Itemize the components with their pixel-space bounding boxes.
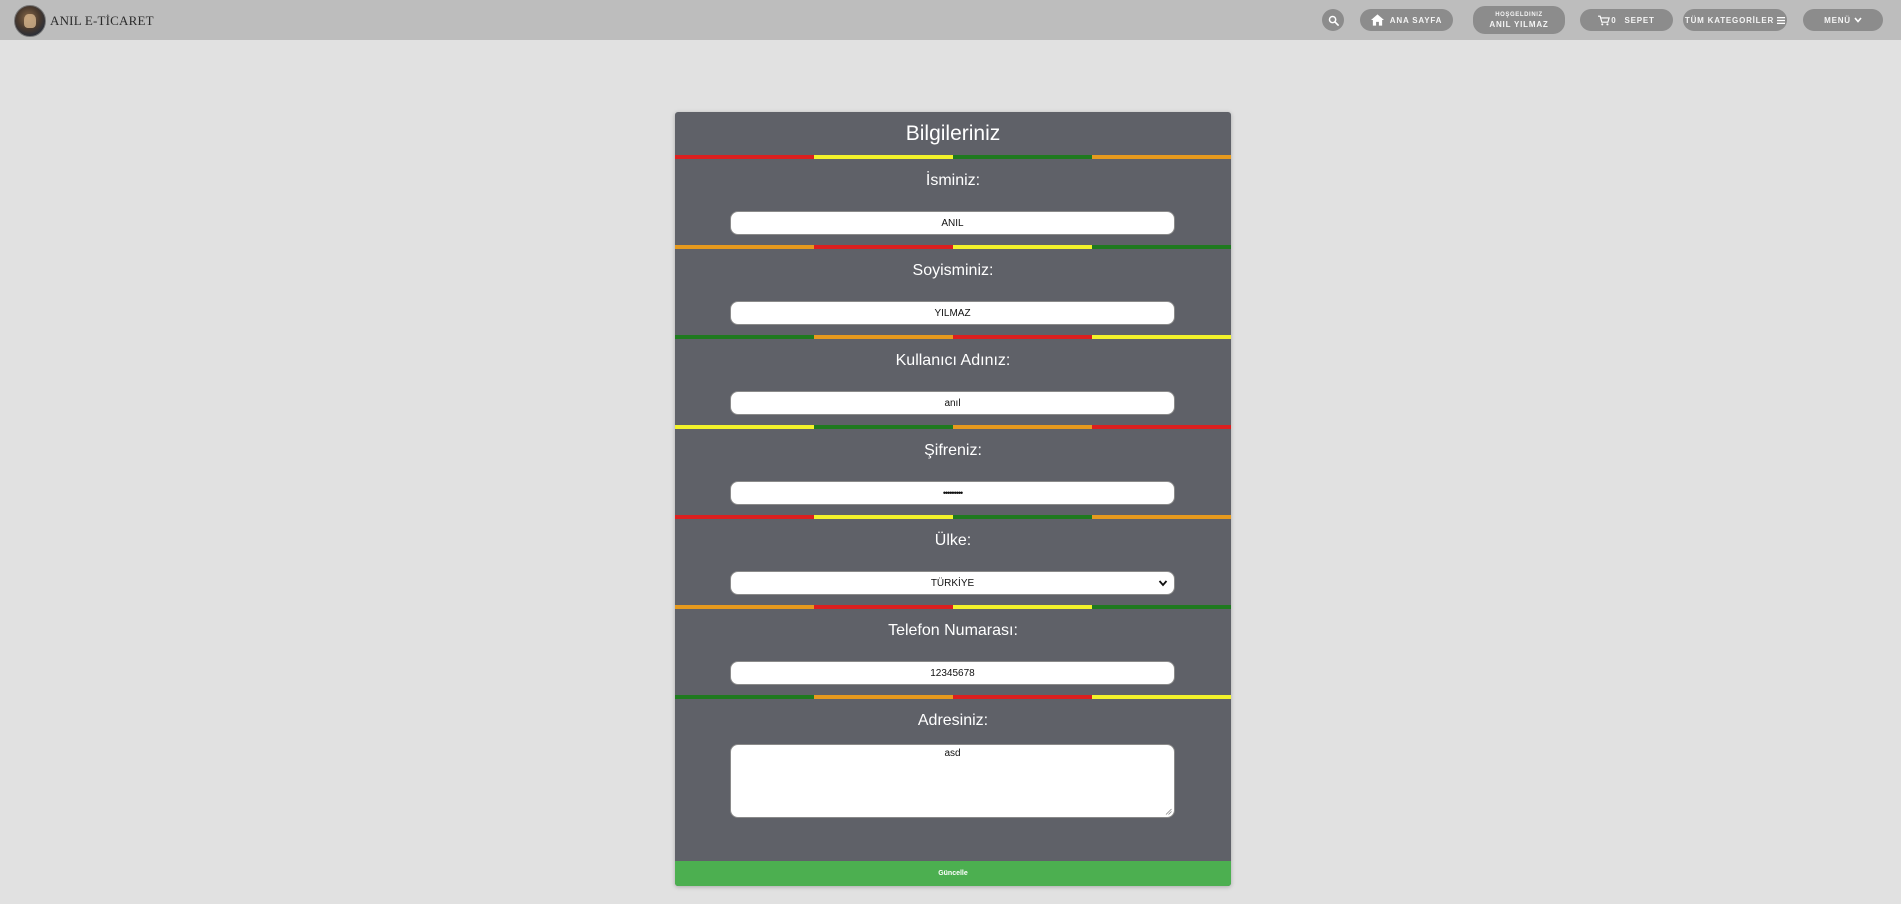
user-account-button[interactable]: HOŞGELDINIZ ANIL YILMAZ xyxy=(1473,6,1565,34)
password-label: Şifreniz: xyxy=(924,442,982,459)
country-select[interactable]: TÜRKİYE xyxy=(730,571,1175,595)
username-label: Kullanıcı Adınız: xyxy=(895,352,1011,369)
address-value: asd xyxy=(944,748,961,759)
home-label: ANA SAYFA xyxy=(1389,15,1443,25)
password-input[interactable]: ••••••••• xyxy=(730,481,1175,505)
cart-label: SEPET xyxy=(1624,15,1655,25)
cart-button[interactable]: 0 SEPET xyxy=(1580,9,1673,31)
divider-stripe xyxy=(675,425,1231,429)
divider-stripe xyxy=(675,335,1231,339)
country-selected-value: TÜRKİYE xyxy=(930,577,975,589)
divider-stripe xyxy=(675,155,1231,159)
resize-grip-icon[interactable] xyxy=(1165,808,1172,815)
profile-form-card: Bilgileriniz İsminiz: ANIL Soyisminiz: Y… xyxy=(675,112,1231,886)
categories-label: TÜM KATEGORİLER xyxy=(1684,15,1775,25)
divider-stripe xyxy=(675,245,1231,249)
address-textarea[interactable]: asd xyxy=(730,744,1175,818)
address-label: Adresiniz: xyxy=(917,712,989,729)
phone-label: Telefon Numarası: xyxy=(888,622,1018,639)
menu-dropdown-button[interactable]: MENÜ xyxy=(1803,9,1883,31)
last-name-label: Soyisminiz: xyxy=(912,262,994,279)
all-categories-button[interactable]: TÜM KATEGORİLER xyxy=(1683,9,1787,31)
country-label: Ülke: xyxy=(934,532,972,549)
divider-stripe xyxy=(675,605,1231,609)
cart-count: 0 xyxy=(1611,15,1617,25)
search-icon xyxy=(1328,15,1339,26)
home-nav-button[interactable]: ANA SAYFA xyxy=(1360,9,1453,31)
divider-stripe xyxy=(675,695,1231,699)
phone-input[interactable]: 12345678 xyxy=(730,661,1175,685)
chevron-down-icon xyxy=(1158,580,1168,587)
chevron-down-icon xyxy=(1854,17,1862,23)
brand-logo-icon xyxy=(14,5,46,37)
top-navigation-bar: ANIL E-TİCARET ANA SAYFA HOŞGELDINIZ ANI… xyxy=(0,0,1901,40)
user-greeting: HOŞGELDINIZ xyxy=(1495,12,1543,18)
username-input[interactable]: anıl xyxy=(730,391,1175,415)
first-name-input[interactable]: ANIL xyxy=(730,211,1175,235)
cart-icon xyxy=(1598,15,1611,25)
last-name-input[interactable]: YILMAZ xyxy=(730,301,1175,325)
menu-label: MENÜ xyxy=(1824,15,1851,25)
divider-stripe xyxy=(675,515,1231,519)
update-button[interactable]: Güncelle xyxy=(675,861,1231,886)
home-icon xyxy=(1370,14,1384,26)
brand-name: ANIL E-TİCARET xyxy=(50,13,154,28)
brand[interactable]: ANIL E-TİCARET xyxy=(14,5,154,37)
first-name-label: İsminiz: xyxy=(925,172,981,189)
search-button[interactable] xyxy=(1322,9,1344,31)
hamburger-icon xyxy=(1777,16,1786,24)
user-name: ANIL YILMAZ xyxy=(1489,20,1549,29)
form-title: Bilgileriniz xyxy=(905,122,1001,145)
